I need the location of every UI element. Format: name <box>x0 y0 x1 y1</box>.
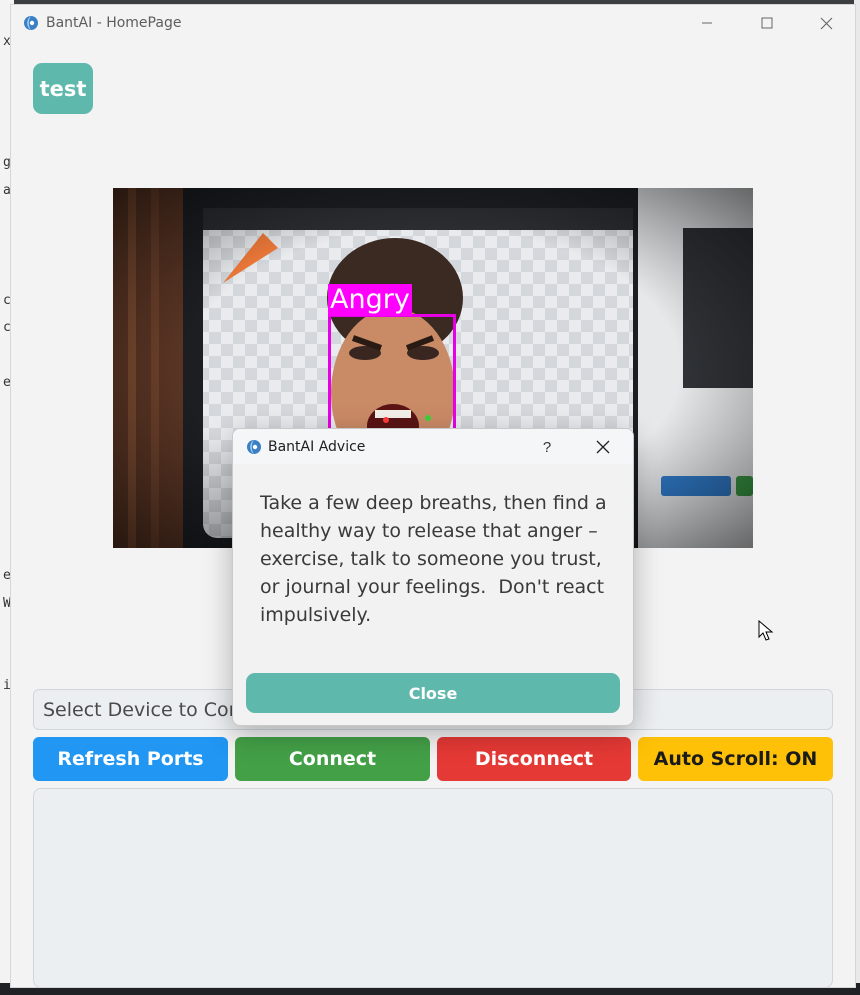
dialog-titlebar[interactable]: BantAI Advice ? <box>233 429 633 464</box>
auto-scroll-toggle[interactable]: Auto Scroll: ON <box>638 737 833 781</box>
serial-log-textarea[interactable] <box>33 788 833 988</box>
test-button[interactable]: test <box>33 63 93 114</box>
close-icon <box>820 17 832 29</box>
minimize-button[interactable] <box>684 9 730 37</box>
advice-message: Take a few deep breaths, then find a hea… <box>260 492 613 626</box>
dialog-close-button[interactable]: Close <box>246 673 620 713</box>
dialog-close-x-button[interactable] <box>585 433 621 461</box>
window-title: BantAI - HomePage <box>46 15 182 31</box>
disconnect-button[interactable]: Disconnect <box>437 737 631 781</box>
dialog-title: BantAI Advice <box>268 439 366 455</box>
app-logo-icon <box>24 16 38 30</box>
maximize-icon <box>761 17 773 29</box>
close-icon <box>596 440 610 454</box>
connect-button[interactable]: Connect <box>235 737 430 781</box>
advice-dialog: BantAI Advice ? Take a few deep breaths,… <box>232 428 634 726</box>
mouse-cursor-icon <box>758 620 774 641</box>
window-titlebar[interactable]: BantAI - HomePage <box>11 5 855 41</box>
close-window-button[interactable] <box>803 9 849 37</box>
minimize-icon <box>702 22 712 24</box>
refresh-ports-button[interactable]: Refresh Ports <box>33 737 228 781</box>
maximize-button[interactable] <box>744 9 790 37</box>
app-logo-icon <box>247 440 261 454</box>
emotion-label: Angry <box>328 284 412 316</box>
help-button[interactable]: ? <box>533 435 561 459</box>
